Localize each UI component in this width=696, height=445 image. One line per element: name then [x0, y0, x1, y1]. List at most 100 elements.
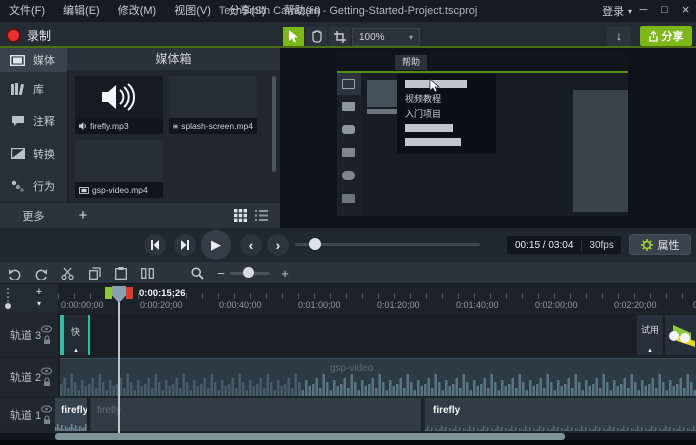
split-icon: [141, 267, 154, 280]
sidebar-item-behaviors[interactable]: 行为: [0, 170, 67, 202]
zoom-out-button[interactable]: −: [210, 265, 232, 282]
video-thumbnail: [367, 80, 400, 107]
pan-tool-button[interactable]: [306, 27, 327, 46]
window-controls: ─ □ ×: [633, 0, 696, 22]
scrubber-handle[interactable]: [309, 238, 321, 250]
preview-video-frame[interactable]: 帮助 视频教程 入门项目: [337, 54, 628, 216]
next-icon: ›: [276, 237, 281, 253]
record-icon: [6, 28, 21, 43]
cursor-tool-button[interactable]: [283, 27, 304, 46]
window-bottom-edge: [0, 440, 696, 445]
ruler-label: 0:01:40;00: [456, 300, 499, 310]
redo-button[interactable]: [30, 265, 52, 282]
track3-lane[interactable]: 快 ▲ 试用 ▲: [58, 314, 696, 356]
copy-button[interactable]: [84, 265, 106, 282]
timeline-hscroll-thumb[interactable]: [55, 433, 565, 440]
close-button[interactable]: ×: [675, 0, 696, 22]
more-button[interactable]: 更多: [0, 208, 67, 224]
lock-icon[interactable]: [43, 415, 51, 424]
lock-icon[interactable]: [43, 378, 51, 387]
fps-badge: 30fps: [581, 240, 620, 251]
visibility-eye-icon[interactable]: [41, 368, 52, 375]
selection-in-handle[interactable]: [105, 287, 112, 299]
crop-tool-button[interactable]: [329, 27, 350, 46]
minimize-button[interactable]: ─: [633, 0, 654, 22]
lock-icon[interactable]: [43, 336, 51, 345]
track1-header[interactable]: 轨道 1: [0, 398, 58, 431]
record-button[interactable]: 录制: [6, 25, 51, 45]
audio-waveform: [425, 424, 696, 431]
media-item-name: splash-screen.mp4: [181, 121, 253, 131]
menu-modify[interactable]: 修改(M): [109, 0, 166, 22]
track1-clip-firefly-c[interactable]: firefly: [423, 398, 696, 431]
step-forward-button[interactable]: [174, 234, 196, 256]
visibility-eye-icon[interactable]: [41, 326, 52, 333]
media-item-gsp-video[interactable]: gsp-video.mp4: [75, 140, 163, 198]
add-track-button[interactable]: +: [30, 286, 48, 298]
ruler-label: 0:00:40;00: [219, 300, 262, 310]
add-media-button[interactable]: +: [73, 206, 93, 226]
track3-clip-callouts[interactable]: [665, 315, 696, 355]
play-button[interactable]: ▶: [201, 230, 231, 260]
undo-button[interactable]: [4, 265, 26, 282]
visibility-eye-icon[interactable]: [41, 405, 52, 412]
video-mini-titlebar: [337, 54, 628, 71]
track3-clip-selected[interactable]: 快 ▲: [60, 315, 90, 355]
track1-clip-firefly-a[interactable]: firefly: [55, 398, 87, 431]
timeline-zoom-search[interactable]: [186, 265, 208, 282]
track3-header[interactable]: 轨道 3: [0, 314, 58, 356]
media-item-splash-screen[interactable]: splash-screen.mp4: [169, 76, 257, 134]
split-button[interactable]: [136, 265, 158, 282]
mini-media-icon: [342, 79, 355, 89]
share-button[interactable]: 分享: [640, 26, 692, 46]
download-button[interactable]: ↓: [607, 27, 631, 46]
video-toolbar-accent: [337, 71, 628, 73]
next-button[interactable]: ›: [267, 234, 289, 256]
timeline-zoom-handle[interactable]: [243, 267, 254, 278]
preview-scrubber[interactable]: [295, 243, 480, 246]
sidebar-item-media[interactable]: 媒体: [0, 48, 67, 72]
menu-file[interactable]: 文件(F): [0, 0, 54, 22]
media-bin-scrollbar[interactable]: [272, 76, 276, 172]
track-height-handle[interactable]: [5, 303, 11, 309]
track-height-slider[interactable]: [7, 288, 9, 302]
track-options-button[interactable]: ▾: [30, 299, 48, 311]
tools-sidebar: 媒体 库 注释 转换 行为: [0, 48, 67, 202]
media-icon: [9, 55, 26, 66]
video-menu-item: 入门项目: [405, 107, 441, 120]
media-bin-title: 媒体箱: [67, 48, 280, 70]
sidebar-item-annotations[interactable]: 注释: [0, 105, 67, 137]
redo-icon: [34, 268, 48, 280]
signin-button[interactable]: 登录 ▾: [602, 0, 632, 22]
track1-lane[interactable]: firefly firefly firefly: [58, 398, 696, 431]
maximize-button[interactable]: □: [654, 0, 675, 22]
previous-button[interactable]: ‹: [240, 234, 262, 256]
playhead-line[interactable]: [118, 300, 120, 433]
cut-button[interactable]: [56, 265, 78, 282]
track2-lane[interactable]: gsp-video: [58, 358, 696, 396]
properties-button[interactable]: 属性: [629, 234, 691, 255]
track3-clip-trial[interactable]: 试用 ▲: [637, 315, 663, 355]
menu-item-bar: [405, 124, 453, 132]
track1-clip-firefly-b[interactable]: firefly: [89, 398, 421, 431]
menu-edit[interactable]: 编辑(E): [54, 0, 109, 22]
selection-out-handle[interactable]: [126, 287, 133, 299]
paste-button[interactable]: [110, 265, 132, 282]
list-view-icon[interactable]: [255, 209, 268, 222]
grid-view-icon[interactable]: [234, 209, 247, 222]
clip-marker-icon: ▲: [73, 348, 79, 354]
zoom-in-button[interactable]: +: [274, 265, 296, 282]
track2-clip-gsp-video[interactable]: gsp-video: [60, 358, 696, 396]
step-back-icon: [150, 240, 160, 250]
step-back-button[interactable]: [144, 234, 166, 256]
canvas-zoom-select[interactable]: 100% ▾: [352, 28, 420, 46]
time-display: 00:15 / 03:04 30fps: [507, 236, 621, 254]
media-item-firefly[interactable]: firefly.mp3: [75, 76, 163, 134]
mini-annotations-icon: [342, 125, 355, 134]
cursor-icon: [288, 30, 299, 43]
ruler-label: 0:00:20;00: [140, 300, 183, 310]
sidebar-item-transitions[interactable]: 转换: [0, 137, 67, 170]
sidebar-item-library[interactable]: 库: [0, 72, 67, 105]
track2-header[interactable]: 轨道 2: [0, 358, 58, 396]
video-menu-item: 视频教程: [405, 92, 441, 105]
